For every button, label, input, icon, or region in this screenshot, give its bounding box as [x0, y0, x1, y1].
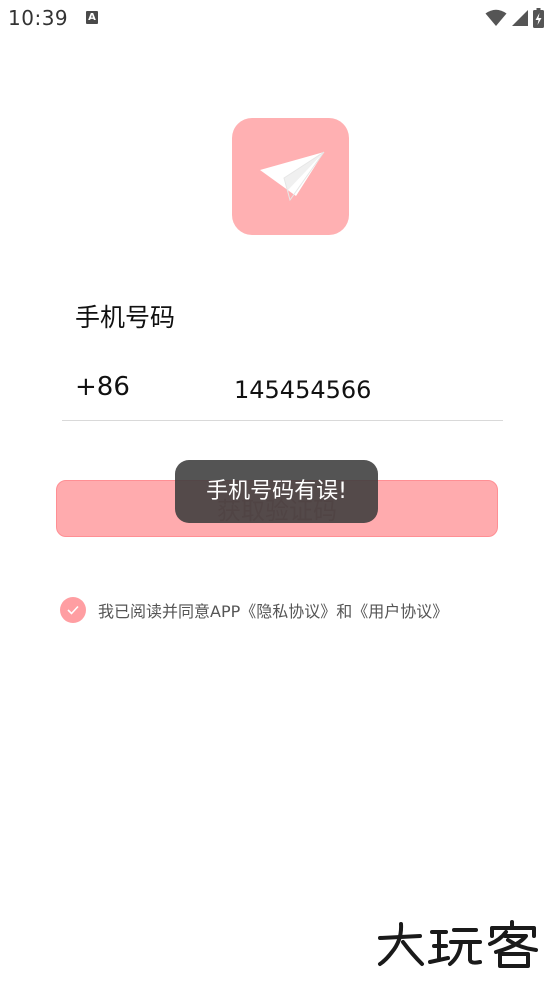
wifi-icon: [485, 9, 507, 26]
battery-charging-icon: [533, 8, 544, 28]
paper-plane-icon: [260, 151, 325, 202]
status-bar: 10:39 A: [0, 0, 554, 38]
error-toast: 手机号码有误!: [175, 460, 378, 523]
checkmark-icon: [67, 605, 79, 615]
user-agreement-link[interactable]: 《用户协议》: [352, 602, 448, 621]
privacy-policy-link[interactable]: 《隐私协议》: [240, 602, 336, 621]
cellular-signal-icon: [512, 10, 528, 26]
agreement-checkbox[interactable]: [60, 597, 86, 623]
agreement-connector: 和: [336, 602, 353, 621]
phone-number-input[interactable]: [234, 370, 494, 410]
country-code-selector[interactable]: +86: [75, 372, 130, 402]
phone-label: 手机号码: [75, 303, 176, 332]
agreement-text: 我已阅读并同意APP《隐私协议》和《用户协议》: [98, 598, 448, 622]
notification-icon: A: [86, 11, 98, 24]
status-icons: [485, 8, 544, 28]
watermark-logo: [378, 920, 538, 968]
agreement-prefix: 我已阅读并同意APP: [98, 602, 241, 621]
input-underline: [62, 420, 503, 421]
agreement-row: 我已阅读并同意APP《隐私协议》和《用户协议》: [60, 596, 448, 624]
app-logo: [232, 118, 349, 235]
status-time: 10:39: [8, 6, 69, 30]
